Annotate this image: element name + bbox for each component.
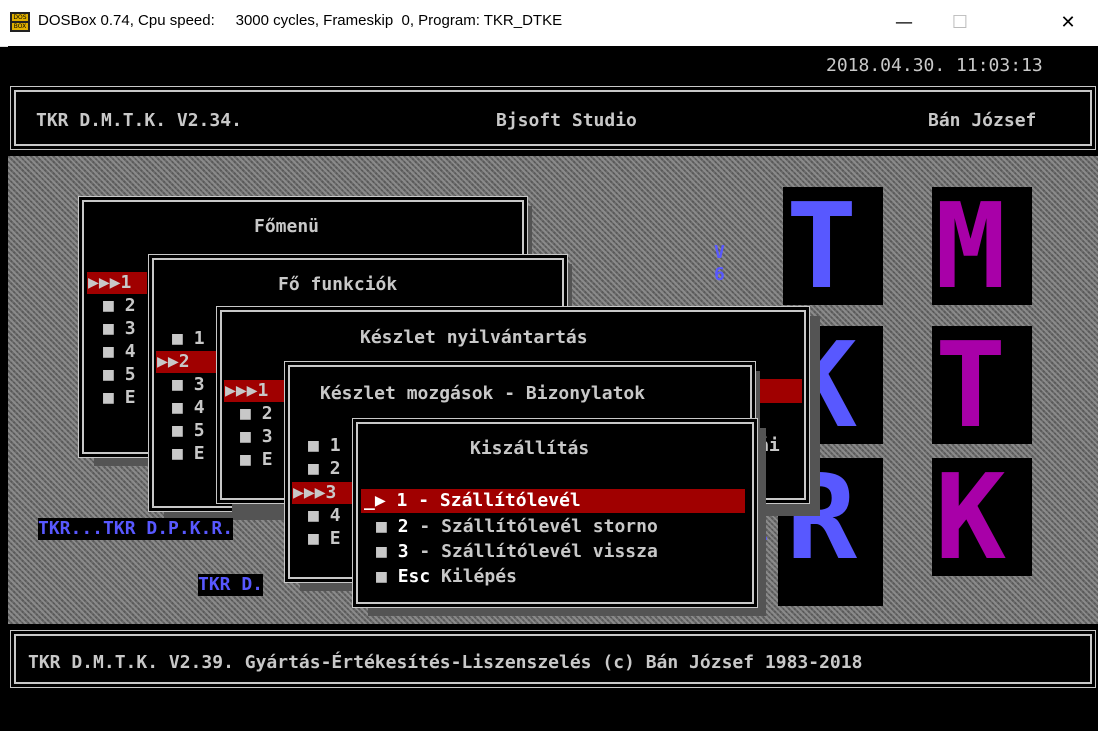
menu-functions-item[interactable]: ■ 4 <box>172 397 205 419</box>
menu-inventory-item[interactable]: ▶▶▶1 <box>225 380 268 402</box>
menu-main-title: Főmenü <box>254 216 320 237</box>
menu-inventory-item[interactable]: ■ 3 <box>240 426 273 448</box>
logo-letter-t2: T <box>935 316 1007 454</box>
menu-main-item[interactable]: ▶▶▶1 <box>88 272 131 294</box>
menu-movements-item[interactable]: ■ 1 <box>308 435 341 457</box>
logo-letter-k2: K <box>935 448 1007 586</box>
dosbox-app-icon: DOS BOX <box>10 12 30 32</box>
version-v: V <box>714 242 725 263</box>
link-tkr-d[interactable]: TKR D. <box>198 574 264 596</box>
window-title: DOSBox 0.74, Cpu speed: 3000 cycles, Fra… <box>38 12 563 29</box>
menu-delivery-title: Kiszállítás <box>470 438 590 459</box>
menu-movements-title: Készlet mozgások - Bizonylatok <box>320 383 646 404</box>
menu-main-item[interactable]: ■ 5 <box>103 364 136 386</box>
logo-letter-t: T <box>786 177 858 315</box>
menu-delivery-item[interactable]: ■ Esc Kilépés <box>376 566 517 588</box>
datetime: 2018.04.30. 11:03:13 <box>826 55 1043 76</box>
header-studio: Bjsoft Studio <box>496 110 637 131</box>
menu-movements-item[interactable]: ■ E <box>308 528 341 550</box>
version-number: 6 <box>714 264 725 285</box>
menu-movements-item[interactable]: ■ 2 <box>308 458 341 480</box>
window-titlebar: DOS BOX DOSBox 0.74, Cpu speed: 3000 cycl… <box>0 0 1098 47</box>
menu-main-item[interactable]: ■ 3 <box>103 318 136 340</box>
menu-main-item[interactable]: ■ 2 <box>103 295 136 317</box>
menu-inventory-item[interactable]: ■ E <box>240 449 273 471</box>
minimize-button[interactable]: — <box>876 0 932 46</box>
menu-main-item[interactable]: ■ E <box>103 387 136 409</box>
dos-screen[interactable]: 2018.04.30. 11:03:13 TKR D.M.T.K. V2.34.… <box>8 46 1098 731</box>
menu-delivery-item[interactable]: ■ 2 - Szállítólevél storno <box>376 516 658 538</box>
header-app-version: TKR D.M.T.K. V2.34. <box>36 110 242 131</box>
menu-functions-item[interactable]: ■ E <box>172 443 205 465</box>
menu-functions-item[interactable]: ▶▶2 <box>157 351 190 373</box>
menu-functions-item[interactable]: ■ 5 <box>172 420 205 442</box>
logo-letter-m: M <box>935 177 1007 315</box>
menu-movements-item[interactable]: ■ 4 <box>308 505 341 527</box>
menu-inventory-title: Készlet nyilvántartás <box>360 327 588 348</box>
maximize-button[interactable]: ☐ <box>932 0 988 46</box>
menu-movements-item[interactable]: ▶▶▶3 <box>293 482 336 504</box>
menu-main-item[interactable]: ■ 4 <box>103 341 136 363</box>
menu-functions-title: Fő funkciók <box>278 274 398 295</box>
menu-delivery-item-selected[interactable]: _▶ 1 - Szállítólevél <box>364 490 581 512</box>
menu-inventory-item[interactable]: ■ 2 <box>240 403 273 425</box>
footer-copyright: TKR D.M.T.K. V2.39. Gyártás-Értékesítés-… <box>28 652 863 673</box>
header-author: Bán József <box>928 110 1037 131</box>
close-button[interactable]: ✕ <box>1040 0 1096 46</box>
menu-functions-item[interactable]: ■ 3 <box>172 374 205 396</box>
menu-delivery-item[interactable]: ■ 3 - Szállítólevél vissza <box>376 541 658 563</box>
menu-functions-item[interactable]: ■ 1 <box>172 328 205 350</box>
link-dpkr[interactable]: TKR...TKR D.P.K.R. <box>38 518 234 540</box>
